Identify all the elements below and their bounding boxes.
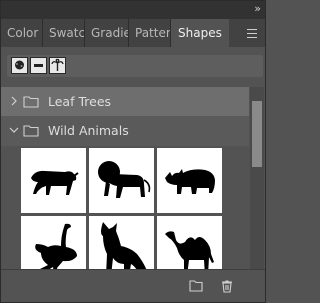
ostrich-shape[interactable] [21,216,86,269]
folder-icon [23,96,39,108]
shapes-toolbar [7,55,263,77]
camel-shape[interactable] [157,216,222,269]
rhinoceros-shape[interactable] [157,148,222,213]
vertical-scrollbar[interactable] [250,87,264,269]
lion-shape[interactable] [89,148,154,213]
minus-shape-icon[interactable] [30,57,47,74]
wolf-shape[interactable] [89,216,154,269]
tab-swatches[interactable]: Swatc [43,19,85,47]
shapes-list: Leaf Trees Wild Animals [1,87,249,269]
panel-top-bar: » [1,1,265,19]
panel-menu-icon[interactable] [247,29,257,41]
tab-patterns[interactable]: Patter [129,19,171,47]
tab-gradients[interactable]: Gradie [85,19,129,47]
tree-shape-icon[interactable] [11,57,28,74]
trash-icon[interactable] [220,279,234,293]
shapes-panel: » Color Swatc Gradie Patter Shapes Leaf … [0,0,266,303]
collapse-panel-icon[interactable]: » [254,2,261,15]
tab-shapes[interactable]: Shapes [171,19,229,47]
tab-color[interactable]: Color [1,19,43,47]
chevron-down-icon[interactable] [9,124,19,136]
tiger-shape[interactable] [21,148,86,213]
chevron-right-icon[interactable] [9,95,19,107]
group-leaf-trees[interactable]: Leaf Trees [1,87,249,117]
panel-tab-bar: Color Swatc Gradie Patter Shapes [1,19,265,47]
panel-bottom-bar [1,269,265,302]
shape-grid [21,148,249,269]
group-wild-animals[interactable]: Wild Animals [1,116,249,146]
group-label: Leaf Trees [48,94,112,109]
new-group-folder-icon[interactable] [189,279,203,293]
scrollbar-thumb[interactable] [252,101,262,167]
group-label: Wild Animals [48,123,129,138]
folder-icon [23,125,39,137]
palm-tree-shape-icon[interactable] [49,57,66,74]
